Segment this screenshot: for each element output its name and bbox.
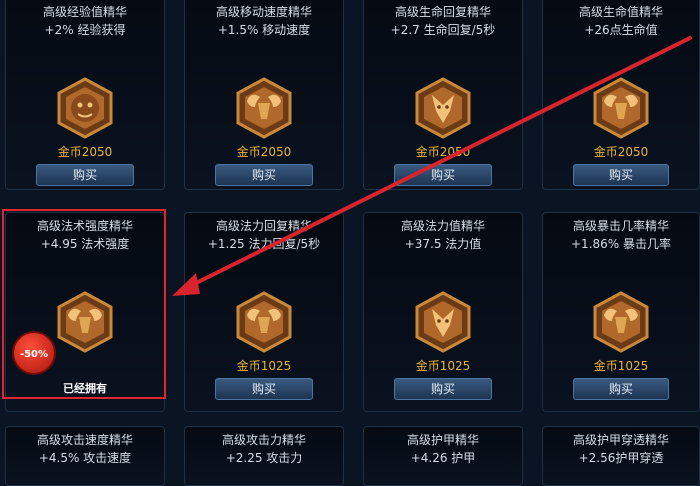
buy-button[interactable]: 购买 xyxy=(215,164,313,186)
rune-name: 高级生命回复精华 xyxy=(394,5,491,19)
rune-stat: +2.56护甲穿透 xyxy=(578,451,664,465)
ram-rune-icon xyxy=(593,291,649,353)
rune-card[interactable]: 高级生命值精华 +26点生命值 金币2050 购买 xyxy=(542,0,700,190)
buy-button[interactable]: 购买 xyxy=(573,164,669,186)
buy-button[interactable]: 购买 xyxy=(215,378,313,400)
rune-price: 金币2050 xyxy=(593,145,649,159)
rune-price: 金币2050 xyxy=(57,145,113,159)
rune-card[interactable]: 高级攻击速度精华 +4.5% 攻击速度 xyxy=(5,426,165,486)
rune-shop-grid: 高级经验值精华 +2% 经验获得 金币2050 购买 高级移动速度精华 +1.5… xyxy=(0,0,700,486)
rune-stat: +4.26 护甲 xyxy=(410,451,476,465)
rune-name: 高级法力回复精华 xyxy=(215,219,312,233)
rune-price: 金币2050 xyxy=(415,145,471,159)
rune-name: 高级移动速度精华 xyxy=(215,5,312,19)
rune-price: 金币2050 xyxy=(236,145,292,159)
dragon-rune-icon xyxy=(415,77,471,139)
rune-stat: +1.86% 暴击几率 xyxy=(571,237,671,251)
highlight-frame xyxy=(2,209,166,399)
rune-card[interactable]: 高级移动速度精华 +1.5% 移动速度 金币2050 购买 xyxy=(184,0,344,190)
rune-stat: +26点生命值 xyxy=(584,23,658,37)
rune-name: 高级攻击力精华 xyxy=(221,433,306,447)
rune-card[interactable]: 高级法力回复精华 +1.25 法力回复/5秒 金币1025 购买 xyxy=(184,212,344,412)
rune-price: 金币1025 xyxy=(236,359,292,373)
rune-card[interactable]: 高级经验值精华 +2% 经验获得 金币2050 购买 xyxy=(5,0,165,190)
rune-name: 高级护甲穿透精华 xyxy=(572,433,669,447)
ram-rune-icon xyxy=(236,77,292,139)
rune-price: 金币1025 xyxy=(593,359,649,373)
rune-stat: +4.5% 攻击速度 xyxy=(38,451,132,465)
rune-name: 高级攻击速度精华 xyxy=(36,433,133,447)
rune-name: 高级生命值精华 xyxy=(578,5,663,19)
rune-card[interactable]: 高级暴击几率精华 +1.86% 暴击几率 金币1025 购买 xyxy=(542,212,700,412)
rune-price: 金币1025 xyxy=(415,359,471,373)
buy-button[interactable]: 购买 xyxy=(36,164,134,186)
ram-rune-icon xyxy=(236,291,292,353)
buy-button[interactable]: 购买 xyxy=(394,378,492,400)
rune-card[interactable]: 高级护甲精华 +4.26 护甲 xyxy=(363,426,523,486)
rune-card[interactable]: 高级生命回复精华 +2.7 生命回复/5秒 金币2050 购买 xyxy=(363,0,523,190)
rune-card[interactable]: 高级护甲穿透精华 +2.56护甲穿透 xyxy=(542,426,700,486)
rune-stat: +1.25 法力回复/5秒 xyxy=(207,237,321,251)
rune-name: 高级经验值精华 xyxy=(42,5,127,19)
rune-stat: +2.25 攻击力 xyxy=(225,451,303,465)
lion-rune-icon xyxy=(57,77,113,139)
rune-card[interactable]: 高级法力值精华 +37.5 法力值 金币1025 购买 xyxy=(363,212,523,412)
rune-name: 高级护甲精华 xyxy=(406,433,479,447)
rune-stat: +2% 经验获得 xyxy=(44,23,126,37)
rune-stat: +1.5% 移动速度 xyxy=(217,23,311,37)
dragon-rune-icon xyxy=(415,291,471,353)
buy-button[interactable]: 购买 xyxy=(394,164,492,186)
rune-stat: +2.7 生命回复/5秒 xyxy=(390,23,496,37)
rune-stat: +37.5 法力值 xyxy=(404,237,482,251)
buy-button[interactable]: 购买 xyxy=(573,378,669,400)
rune-name: 高级暴击几率精华 xyxy=(572,219,669,233)
rune-card[interactable]: 高级攻击力精华 +2.25 攻击力 xyxy=(184,426,344,486)
rune-name: 高级法力值精华 xyxy=(400,219,485,233)
ram-rune-icon xyxy=(593,77,649,139)
